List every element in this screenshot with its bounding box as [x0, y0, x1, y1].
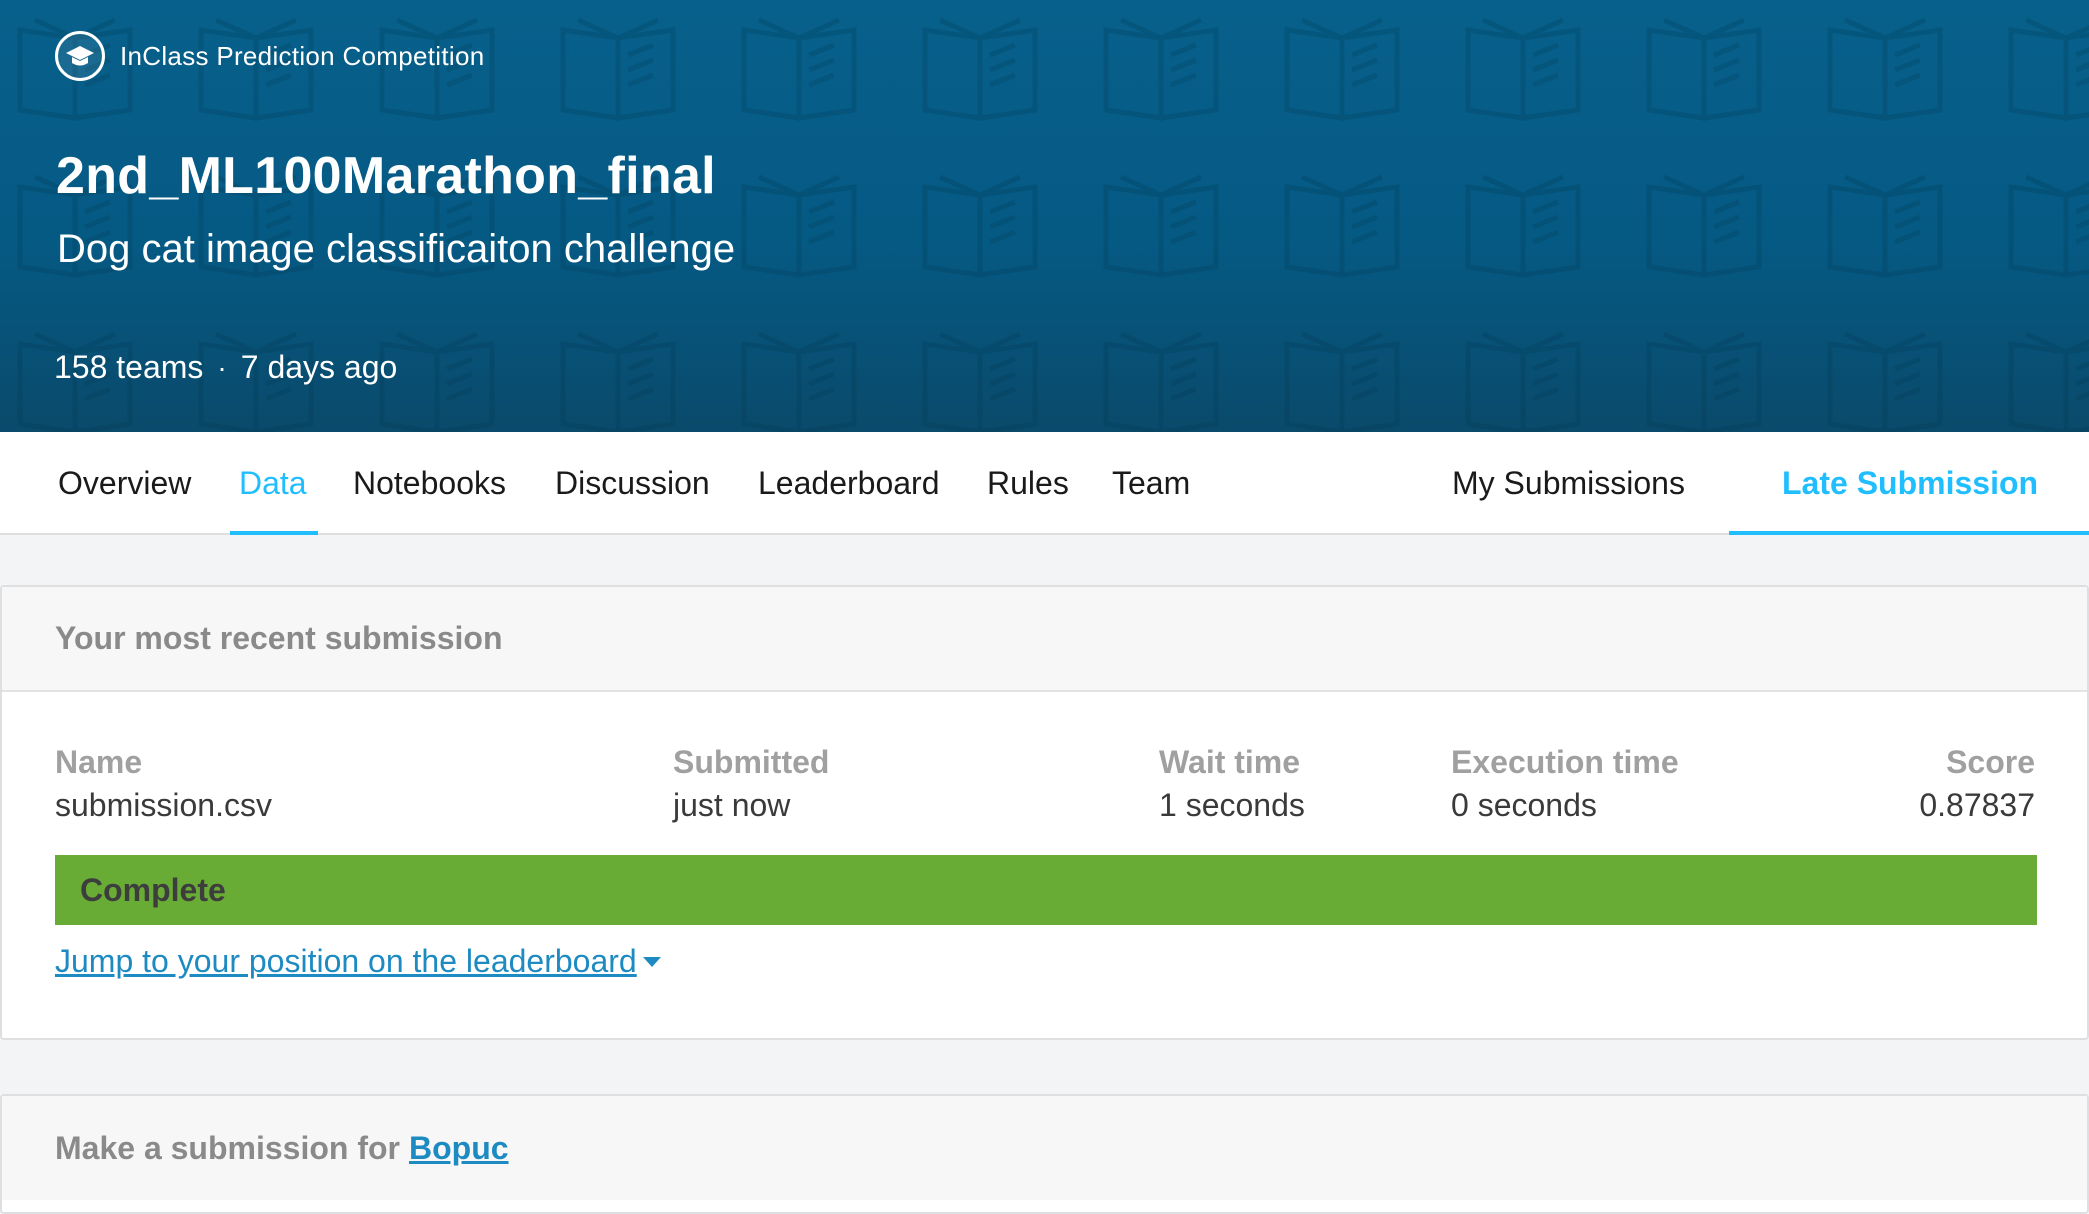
- make-submission-card: Make a submission for Bopuc: [0, 1094, 2089, 1214]
- jump-link-text: Jump to your position on the leaderboard: [55, 943, 637, 979]
- submission-file-name: submission.csv: [55, 787, 272, 823]
- team-count: 158 teams: [54, 349, 204, 385]
- score-column: Score 0.87837: [1919, 744, 2035, 824]
- competition-age: 7 days ago: [240, 349, 398, 385]
- tab-data-underline: [230, 531, 318, 535]
- tab-discussion[interactable]: Discussion: [555, 432, 710, 535]
- tab-overview[interactable]: Overview: [58, 432, 191, 535]
- submitted-column-label: Submitted: [673, 744, 830, 780]
- execution-time-value: 0 seconds: [1451, 787, 1597, 823]
- recent-submission-header: Your most recent submission: [2, 587, 2087, 692]
- competition-tabs: Overview Data Notebooks Discussion Leade…: [0, 432, 2089, 535]
- tab-data[interactable]: Data: [239, 432, 307, 535]
- meta-separator: ·: [217, 351, 227, 383]
- competition-title: 2nd_ML100Marathon_final: [56, 147, 716, 205]
- make-submission-prefix: Make a submission for: [55, 1129, 400, 1166]
- tab-leaderboard[interactable]: Leaderboard: [758, 432, 939, 535]
- submitted-column: Submitted just now: [673, 744, 829, 824]
- make-submission-header: Make a submission for Bopuc: [2, 1096, 2087, 1200]
- my-submissions-button[interactable]: My Submissions: [1452, 432, 1685, 535]
- competition-header: InClass Prediction Competition 2nd_ML100…: [0, 0, 2089, 432]
- execution-time-column: Execution time 0 seconds: [1451, 744, 1679, 824]
- late-submission-button[interactable]: Late Submission: [1782, 432, 2038, 535]
- submitter-user-link[interactable]: Bopuc: [409, 1130, 509, 1167]
- competition-subtitle: Dog cat image classificaiton challenge: [57, 227, 736, 271]
- name-column: Name submission.csv: [55, 744, 272, 824]
- caret-down-icon: [642, 956, 661, 967]
- score-value: 0.87837: [1919, 787, 2035, 823]
- jump-to-leaderboard-link[interactable]: Jump to your position on the leaderboard: [55, 943, 661, 980]
- competition-type-badge: InClass Prediction Competition: [55, 31, 485, 81]
- graduation-cap-icon: [55, 31, 105, 81]
- tab-team[interactable]: Team: [1112, 432, 1190, 535]
- execution-time-label: Execution time: [1451, 744, 1679, 780]
- late-submission-underline: [1729, 531, 2089, 535]
- wait-time-value: 1 seconds: [1159, 787, 1305, 823]
- submission-status-bar: Complete: [55, 855, 2037, 925]
- competition-meta: 158 teams · 7 days ago: [54, 349, 397, 386]
- competition-type-label: InClass Prediction Competition: [120, 40, 485, 71]
- tab-rules[interactable]: Rules: [987, 432, 1069, 535]
- score-label: Score: [1946, 744, 2035, 780]
- submission-status-label: Complete: [80, 871, 226, 908]
- name-column-label: Name: [55, 744, 143, 780]
- recent-submission-card: Your most recent submission Name submiss…: [0, 585, 2089, 1040]
- wait-time-label: Wait time: [1159, 744, 1301, 780]
- tab-notebooks[interactable]: Notebooks: [353, 432, 506, 535]
- submitted-value: just now: [673, 787, 791, 823]
- wait-time-column: Wait time 1 seconds: [1159, 744, 1305, 824]
